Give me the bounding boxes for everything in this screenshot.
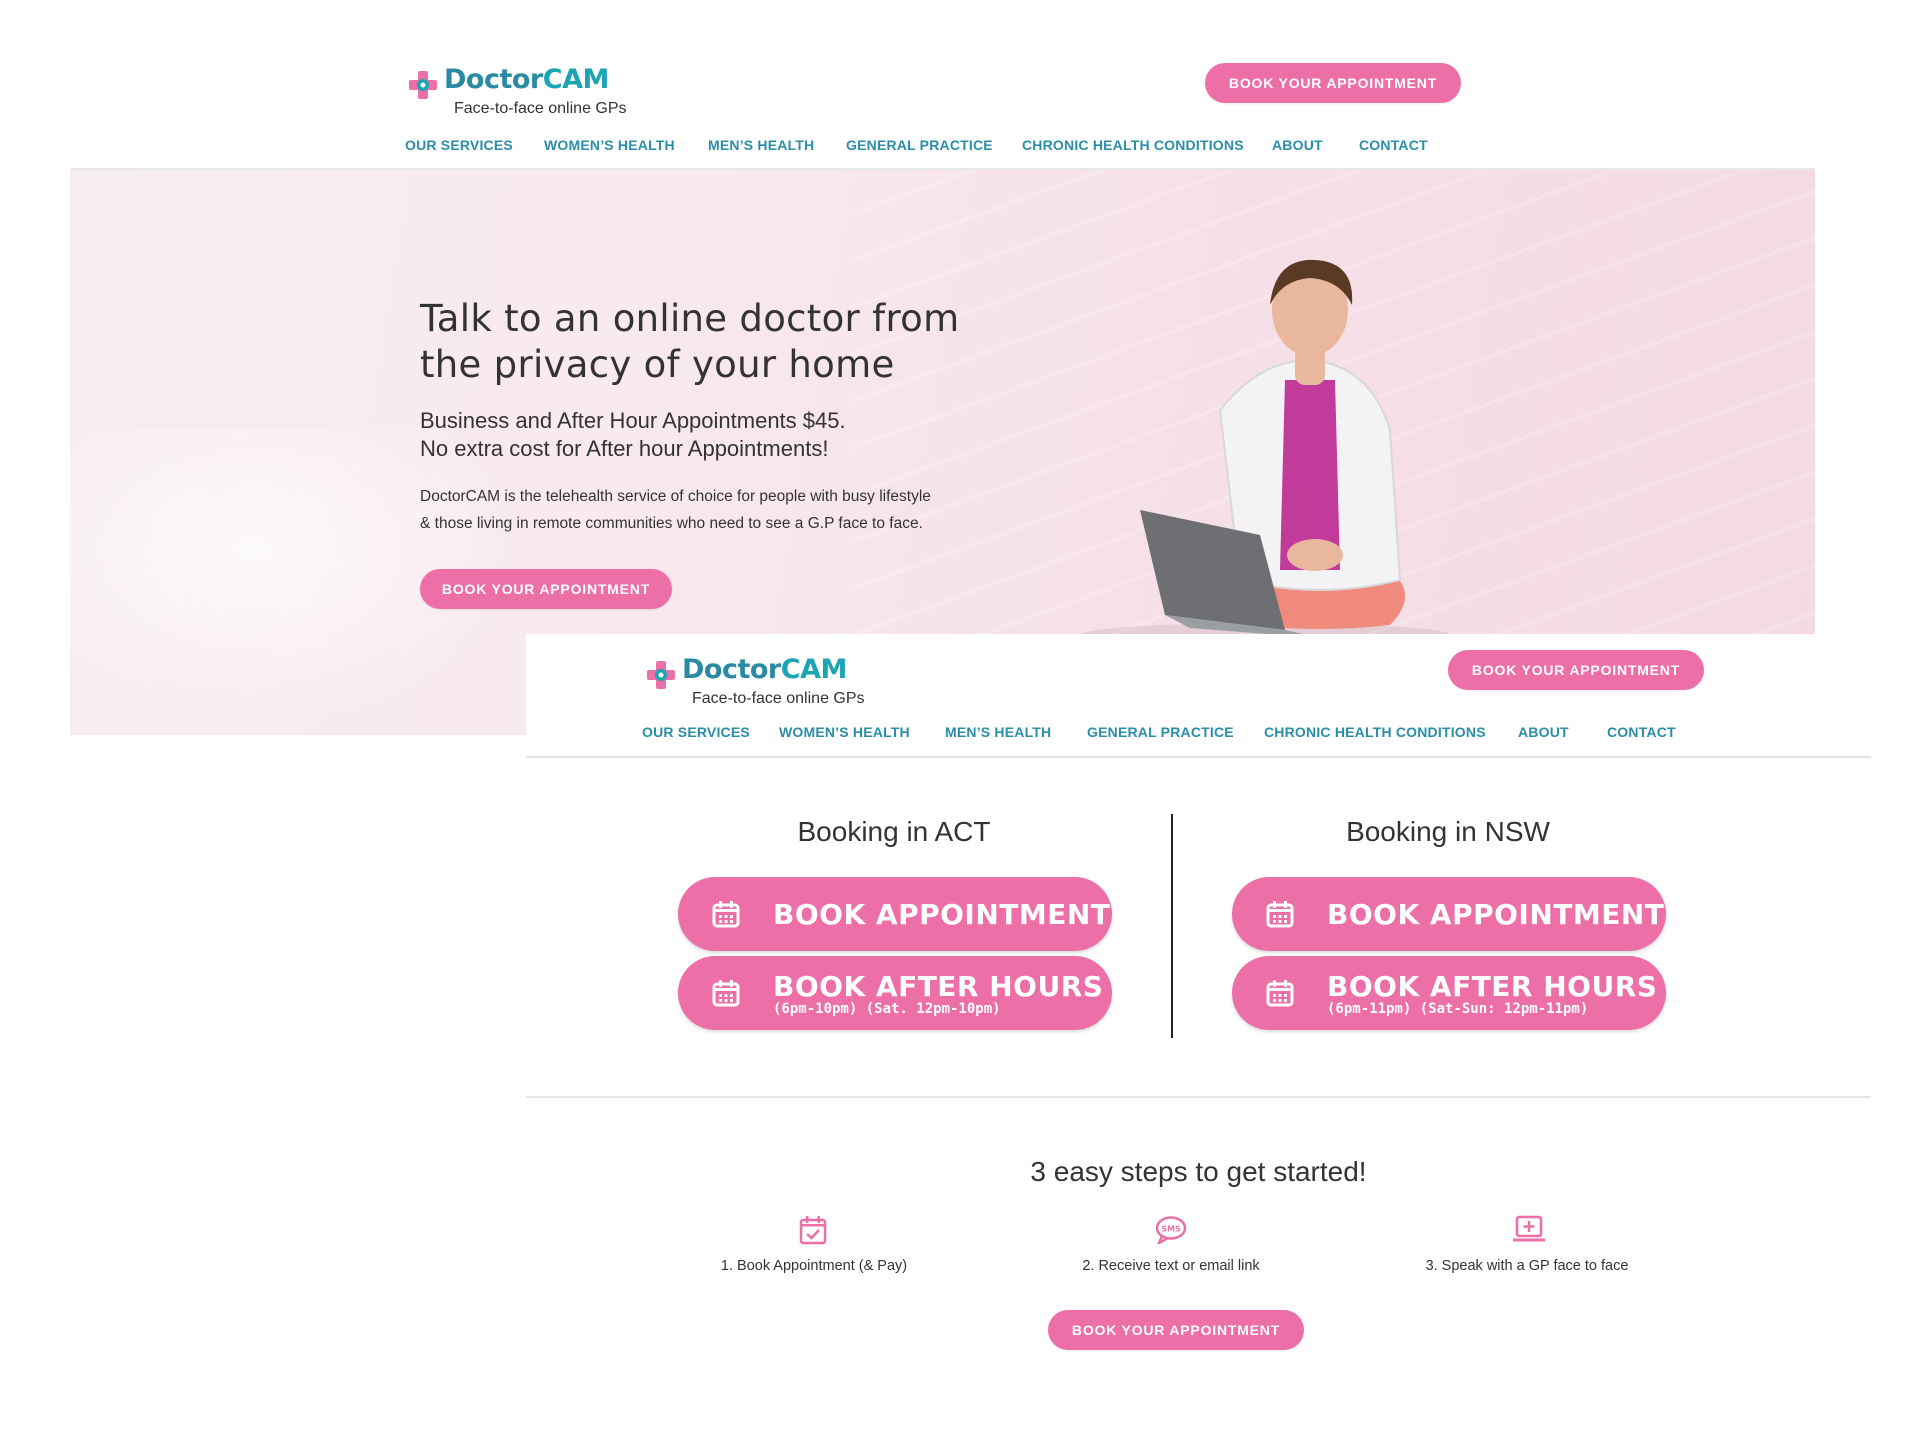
act-book-after-hours-label: BOOK AFTER HOURS [773,970,1104,1003]
nav-womens-health[interactable]: WOMEN’S HEALTH [544,137,675,153]
brand-tagline: Face-to-face online GPs [454,100,627,117]
nav-about[interactable]: ABOUT [1518,724,1569,740]
brand-name-part1: Doctor [682,654,781,685]
act-book-appointment-label: BOOK APPOINTMENT [773,898,1111,931]
nsw-book-appointment-label: BOOK APPOINTMENT [1327,898,1665,931]
hero-title: Talk to an online doctor from the privac… [420,297,960,386]
calendar-icon [1265,899,1295,934]
brand-tagline: Face-to-face online GPs [692,690,865,707]
medical-cross-icon [408,70,438,100]
nav-our-services[interactable]: OUR SERVICES [405,137,513,153]
header-divider-2 [526,756,1871,758]
act-after-hours-times: (6pm-10pm) (Sat. 12pm-10pm) [773,1001,1001,1017]
calendar-icon [711,978,741,1013]
hero-description: DoctorCAM is the telehealth service of c… [420,488,931,532]
booking-nsw-title: Booking in NSW [1346,816,1550,847]
medical-cross-icon [646,660,676,690]
nsw-book-after-hours-label: BOOK AFTER HOURS [1327,970,1658,1003]
section-divider [526,1096,1871,1098]
header-book-button[interactable]: BOOK YOUR APPOINTMENT [1205,63,1461,103]
booking-act-title: Booking in ACT [797,816,991,847]
nav-contact[interactable]: CONTACT [1607,724,1676,740]
column-divider [1171,814,1173,1038]
steps-book-button[interactable]: BOOK YOUR APPOINTMENT [1048,1310,1304,1350]
calendar-icon [711,899,741,934]
brand-logo-2[interactable]: DoctorCAM Face-to-face online GPs [646,656,865,708]
step-3-label: 3. Speak with a GP face to face [1425,1258,1629,1274]
step-1-label: 1. Book Appointment (& Pay) [720,1258,908,1274]
nav-our-services[interactable]: OUR SERVICES [642,724,750,740]
brand-logo[interactable]: DoctorCAM Face-to-face online GPs [408,66,627,118]
brand-name-part1: Doctor [444,64,543,95]
nav-about[interactable]: ABOUT [1272,137,1323,153]
nav-mens-health[interactable]: MEN’S HEALTH [708,137,814,153]
nsw-book-after-hours-button[interactable]: BOOK AFTER HOURS (6pm-11pm) (Sat-Sun: 12… [1232,956,1666,1030]
header-book-button-2[interactable]: BOOK YOUR APPOINTMENT [1448,650,1704,690]
act-book-after-hours-button[interactable]: BOOK AFTER HOURS (6pm-10pm) (Sat. 12pm-1… [678,956,1112,1030]
brand-name-part2: CAM [780,654,848,685]
nav-general-practice[interactable]: GENERAL PRACTICE [1087,724,1234,740]
svg-text:SMS: SMS [1161,1225,1181,1234]
brand-name-part2: CAM [542,64,610,95]
nav-chronic-health[interactable]: CHRONIC HEALTH CONDITIONS [1264,724,1486,740]
act-book-appointment-button[interactable]: BOOK APPOINTMENT [678,877,1112,951]
homepage-screenshot: DoctorCAM Face-to-face online GPs BOOK Y… [70,0,1815,735]
nav-contact[interactable]: CONTACT [1359,137,1428,153]
hero-subtitle: Business and After Hour Appointments $45… [420,408,846,461]
step-2-label: 2. Receive text or email link [1082,1258,1260,1274]
nav-mens-health[interactable]: MEN’S HEALTH [945,724,1051,740]
doctor-with-laptop-image [1070,250,1490,650]
nav-general-practice[interactable]: GENERAL PRACTICE [846,137,993,153]
calendar-check-icon [798,1214,828,1251]
nsw-after-hours-times: (6pm-11pm) (Sat-Sun: 12pm-11pm) [1327,1001,1589,1017]
sms-bubble-icon: SMS [1155,1216,1187,1249]
nav-chronic-health[interactable]: CHRONIC HEALTH CONDITIONS [1022,137,1244,153]
hero-book-button[interactable]: BOOK YOUR APPOINTMENT [420,569,672,609]
calendar-icon [1265,978,1295,1013]
steps-title: 3 easy steps to get started! [1030,1156,1367,1187]
laptop-medical-icon [1511,1214,1547,1249]
nsw-book-appointment-button[interactable]: BOOK APPOINTMENT [1232,877,1666,951]
booking-screenshot: DoctorCAM Face-to-face online GPs BOOK Y… [526,634,1871,1394]
nav-womens-health[interactable]: WOMEN’S HEALTH [779,724,910,740]
